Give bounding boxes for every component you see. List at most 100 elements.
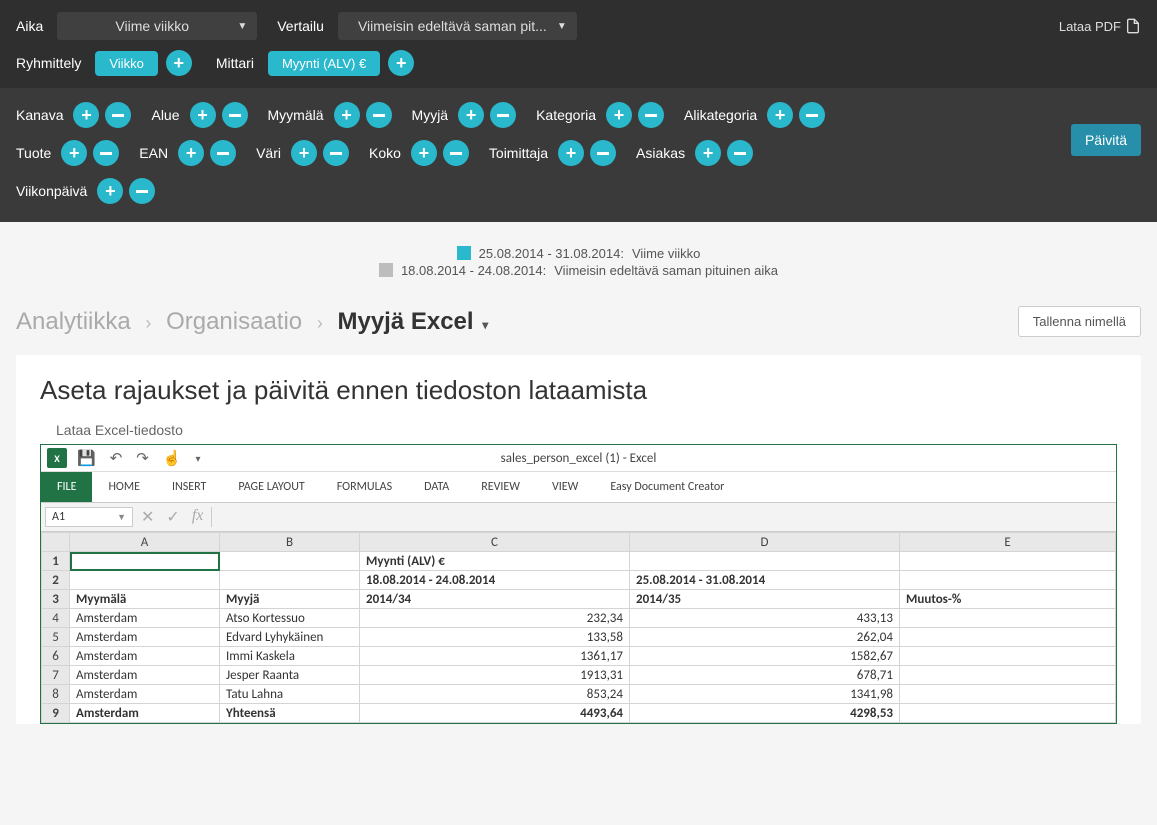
save-as-button[interactable]: Tallenna nimellä (1018, 306, 1141, 337)
chevron-down-icon: ▼ (557, 21, 567, 32)
vertailu-label: Vertailu (277, 18, 324, 34)
viikonpaiva-remove[interactable] (129, 178, 155, 204)
kanava-remove[interactable] (105, 102, 131, 128)
myymala-add[interactable] (334, 102, 360, 128)
toimittaja-add[interactable] (558, 140, 584, 166)
tab-home[interactable]: HOME (92, 472, 156, 502)
chevron-down-icon: ▼ (237, 21, 247, 32)
tab-data[interactable]: DATA (408, 472, 465, 502)
table-row[interactable]: 6 Amsterdam Immi Kaskela 1361,17 1582,67 (42, 647, 1116, 666)
filter-ean: EAN (139, 145, 168, 161)
alikategoria-add[interactable] (767, 102, 793, 128)
kanava-add[interactable] (73, 102, 99, 128)
mittari-pill[interactable]: Myynti (ALV) € (268, 51, 380, 76)
kategoria-remove[interactable] (638, 102, 664, 128)
filter-asiakas: Asiakas (636, 145, 685, 161)
koko-remove[interactable] (443, 140, 469, 166)
ean-remove[interactable] (210, 140, 236, 166)
koko-add[interactable] (411, 140, 437, 166)
name-box[interactable]: A1▼ (45, 507, 133, 527)
tab-formulas[interactable]: FORMULAS (321, 472, 408, 502)
mittari-label: Mittari (216, 55, 254, 71)
filter-kategoria: Kategoria (536, 107, 596, 123)
tab-pagelayout[interactable]: PAGE LAYOUT (222, 472, 320, 502)
asiakas-remove[interactable] (727, 140, 753, 166)
tab-review[interactable]: REVIEW (465, 472, 536, 502)
filter-toimittaja: Toimittaja (489, 145, 548, 161)
alue-add[interactable] (190, 102, 216, 128)
vari-remove[interactable] (323, 140, 349, 166)
filter-panel: Kanava Alue Myymälä Myyjä Kategoria Alik… (0, 88, 1157, 222)
save-icon[interactable]: 💾 (77, 449, 96, 468)
aika-dropdown[interactable]: Viime viikko ▼ (57, 12, 257, 40)
alikategoria-remove[interactable] (799, 102, 825, 128)
filter-alue: Alue (151, 107, 179, 123)
undo-icon[interactable]: ↶ (110, 449, 123, 468)
excel-icon: X (47, 448, 67, 468)
alue-remove[interactable] (222, 102, 248, 128)
crumb-analytiikka[interactable]: Analytiikka (16, 308, 131, 335)
ryhmittely-pill[interactable]: Viikko (95, 51, 157, 76)
enter-icon[interactable]: ✓ (166, 507, 179, 527)
spreadsheet-grid[interactable]: A B C D E 1 Myynti (ALV) € 2 18.08.2014 … (41, 532, 1116, 723)
filter-vari: Väri (256, 145, 281, 161)
content-panel: Aseta rajaukset ja päivitä ennen tiedost… (16, 355, 1141, 724)
refresh-button[interactable]: Päivitä (1071, 124, 1141, 156)
table-row[interactable]: 8 Amsterdam Tatu Lahna 853,24 1341,98 (42, 685, 1116, 704)
table-row[interactable]: 3 Myymälä Myyjä 2014/34 2014/35 Muutos-% (42, 590, 1116, 609)
toimittaja-remove[interactable] (590, 140, 616, 166)
tab-insert[interactable]: INSERT (156, 472, 222, 502)
download-pdf-link[interactable]: Lataa PDF (1059, 18, 1141, 34)
crumb-current[interactable]: Myyjä Excel ▾ (337, 308, 488, 335)
qat-more-icon[interactable]: ▾ (196, 452, 201, 465)
touch-icon[interactable]: ☝ (163, 449, 182, 468)
excel-title: sales_person_excel (1) - Excel (501, 451, 657, 466)
ryhmittely-label: Ryhmittely (16, 55, 81, 71)
excel-window: X 💾 ↶ ↷ ☝ ▾ sales_person_excel (1) - Exc… (40, 444, 1117, 724)
pdf-label: Lataa PDF (1059, 19, 1121, 34)
table-row[interactable]: 2 18.08.2014 - 24.08.2014 25.08.2014 - 3… (42, 571, 1116, 590)
chevron-down-icon: ▾ (482, 318, 488, 332)
aika-label: Aika (16, 18, 43, 34)
breadcrumb: Analytiikka › Organisaatio › Myyjä Excel… (16, 308, 488, 336)
myyja-remove[interactable] (490, 102, 516, 128)
table-row[interactable]: 4 Amsterdam Atso Kortessuo 232,34 433,13 (42, 609, 1116, 628)
myyja-add[interactable] (458, 102, 484, 128)
ean-add[interactable] (178, 140, 204, 166)
formula-input[interactable] (211, 507, 1112, 527)
vari-add[interactable] (291, 140, 317, 166)
tuote-remove[interactable] (93, 140, 119, 166)
pdf-icon (1125, 18, 1141, 34)
filter-alikategoria: Alikategoria (684, 107, 757, 123)
table-row[interactable]: 7 Amsterdam Jesper Raanta 1913,31 678,71 (42, 666, 1116, 685)
filter-myymala: Myymälä (268, 107, 324, 123)
table-row[interactable]: 1 Myynti (ALV) € (42, 552, 1116, 571)
download-excel-link[interactable]: Lataa Excel-tiedosto (56, 422, 1117, 438)
legend: 25.08.2014 - 31.08.2014: Viime viikko 18… (0, 222, 1157, 296)
cancel-icon[interactable]: ✕ (141, 507, 154, 527)
tab-view[interactable]: VIEW (536, 472, 594, 502)
myymala-remove[interactable] (366, 102, 392, 128)
tab-edc[interactable]: Easy Document Creator (594, 472, 740, 502)
add-grouping-button[interactable] (166, 50, 192, 76)
tuote-add[interactable] (61, 140, 87, 166)
crumb-organisaatio[interactable]: Organisaatio (166, 308, 302, 335)
ribbon-tabs: FILE HOME INSERT PAGE LAYOUT FORMULAS DA… (41, 472, 1116, 503)
add-metric-button[interactable] (388, 50, 414, 76)
fx-icon[interactable]: fx (192, 507, 204, 527)
legend-swatch-gray (379, 263, 393, 277)
filter-koko: Koko (369, 145, 401, 161)
vertailu-dropdown[interactable]: Viimeisin edeltävä saman pit... ▼ (338, 12, 577, 40)
redo-icon[interactable]: ↷ (136, 449, 149, 468)
filter-viikonpaiva: Viikonpäivä (16, 183, 87, 199)
legend-swatch-blue (457, 246, 471, 260)
asiakas-add[interactable] (695, 140, 721, 166)
filter-tuote: Tuote (16, 145, 51, 161)
kategoria-add[interactable] (606, 102, 632, 128)
panel-title: Aseta rajaukset ja päivitä ennen tiedost… (40, 375, 1117, 406)
table-row[interactable]: 9 Amsterdam Yhteensä 4493,64 4298,53 (42, 704, 1116, 723)
filter-myyja: Myyjä (412, 107, 449, 123)
table-row[interactable]: 5 Amsterdam Edvard Lyhykäinen 133,58 262… (42, 628, 1116, 647)
viikonpaiva-add[interactable] (97, 178, 123, 204)
tab-file[interactable]: FILE (41, 472, 92, 502)
